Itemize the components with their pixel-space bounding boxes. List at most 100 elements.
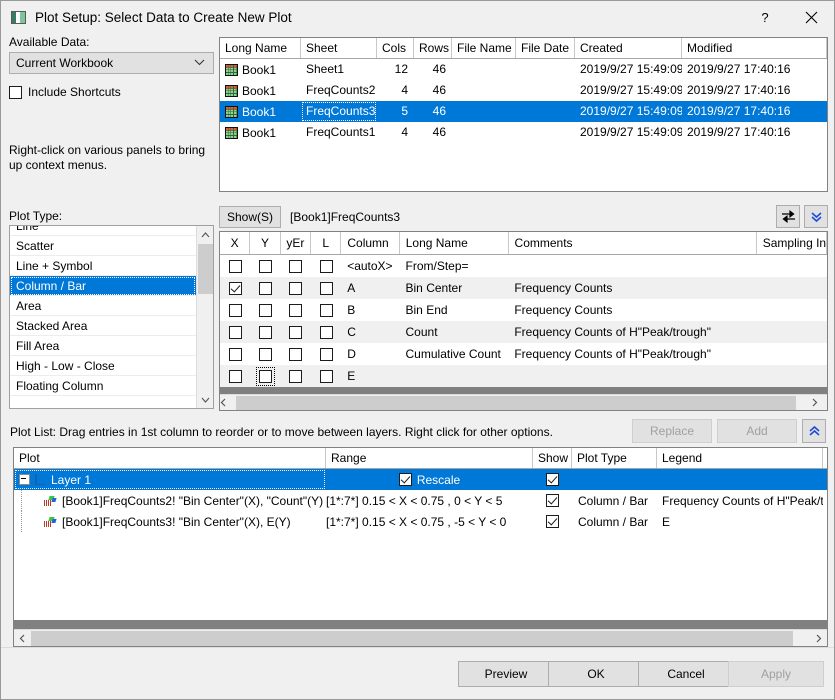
label-cell[interactable] [311,343,341,365]
col-header-cols[interactable]: Cols [377,38,414,58]
yerr-checkbox[interactable] [289,303,303,317]
col-header-plot-type[interactable]: Plot Type [572,448,657,468]
col-header-file-name[interactable]: File Name [452,38,516,58]
label-cell[interactable] [311,299,341,321]
y-checkbox[interactable] [258,259,272,273]
x-checkbox[interactable] [228,303,242,317]
x-checkbox-checked[interactable] [228,281,242,295]
x-checkbox[interactable] [228,325,242,339]
y-cell[interactable] [250,343,280,365]
yerr-cell[interactable] [281,343,311,365]
chevron-right-icon[interactable] [811,398,827,407]
col-header-column[interactable]: Column [341,232,400,254]
available-data-table[interactable]: Long Name Sheet Cols Rows File Name File… [219,37,828,192]
include-shortcuts-row[interactable]: Include Shortcuts [9,85,214,99]
add-button[interactable]: Add [717,419,797,443]
plot-type-scrollbar[interactable] [196,226,213,408]
label-cell[interactable] [311,255,341,277]
y-cell[interactable] [250,277,280,299]
include-shortcuts-checkbox[interactable] [9,85,22,99]
col-header-x[interactable]: X [220,232,251,254]
label-checkbox[interactable] [319,259,333,273]
chevron-down-icon[interactable] [197,391,213,408]
y-cell[interactable] [250,255,280,277]
scrollbar-thumb[interactable] [31,631,793,646]
x-cell[interactable] [220,321,250,343]
col-header-yerr[interactable]: yEr [281,232,312,254]
col-header-file-date[interactable]: File Date [516,38,575,58]
x-checkbox[interactable] [228,259,242,273]
rescale-cell[interactable]: Rescale [326,469,533,490]
chevron-right-icon[interactable] [810,630,827,646]
plot-type-item[interactable]: Line + Symbol [10,256,196,276]
plot-show-cell[interactable] [533,490,572,511]
swap-arrows-icon[interactable] [776,205,800,228]
label-checkbox[interactable] [319,281,333,295]
plot-type-list[interactable]: Line Scatter Line + Symbol Column / Bar … [9,225,214,409]
plot-type-item[interactable]: Line [10,226,196,236]
double-chevron-up-icon[interactable] [802,419,826,443]
col-header-rows[interactable]: Rows [414,38,452,58]
plot-cell[interactable]: [Book1]FreqCounts3! "Bin Center"(X), E(Y… [14,511,326,532]
x-cell[interactable] [220,299,250,321]
grid-row[interactable]: C Count Frequency Counts of H"Peak/troug… [220,321,827,343]
chevron-up-icon[interactable] [197,226,213,243]
scrollbar-thumb[interactable] [236,396,796,410]
x-cell[interactable] [220,255,250,277]
grid-row[interactable]: <autoX> From/Step= [220,255,827,277]
plot-type-item[interactable]: Floating Column [10,376,196,396]
data-source-combo[interactable]: Current Workbook [9,52,214,74]
y-checkbox-focused[interactable] [255,366,275,386]
column-selection-grid[interactable]: X Y yEr L Column Long Name Comments Samp… [219,231,828,411]
scrollbar-thumb[interactable] [198,244,213,294]
grid-horizontal-scrollbar[interactable] [220,394,827,410]
grid-row[interactable]: A Bin Center Frequency Counts [220,277,827,299]
y-cell[interactable] [250,299,280,321]
layer-cell[interactable]: Layer 1 [14,469,326,490]
yerr-cell[interactable] [281,299,311,321]
label-checkbox[interactable] [319,369,333,383]
col-header-created[interactable]: Created [575,38,682,58]
col-header-label[interactable]: L [311,232,342,254]
plot-type-item[interactable]: Scatter [10,236,196,256]
yerr-checkbox[interactable] [289,325,303,339]
table-row-selected[interactable]: Book1 FreqCounts3 5 46 2019/9/27 15:49:0… [220,101,827,122]
label-cell[interactable] [311,321,341,343]
double-chevron-down-icon[interactable] [804,205,828,228]
layer-show-cell[interactable] [533,469,572,490]
y-checkbox[interactable] [258,281,272,295]
y-checkbox[interactable] [258,325,272,339]
label-checkbox[interactable] [319,347,333,361]
label-checkbox[interactable] [319,325,333,339]
plot-list-layer-row[interactable]: Layer 1 Rescale [14,469,827,490]
label-cell[interactable] [311,365,341,387]
col-header-sheet[interactable]: Sheet [301,38,377,58]
yerr-cell[interactable] [281,255,311,277]
plot-list-row[interactable]: [Book1]FreqCounts3! "Bin Center"(X), E(Y… [14,511,827,532]
col-header-comments[interactable]: Comments [509,232,757,254]
yerr-cell[interactable] [281,277,311,299]
grid-row[interactable]: E [220,365,827,387]
help-button[interactable]: ? [742,1,788,34]
table-row[interactable]: Book1 FreqCounts1 4 46 2019/9/27 15:49:0… [220,122,827,143]
plot-type-item[interactable]: Stacked Area [10,316,196,336]
col-header-plot[interactable]: Plot [14,448,326,468]
col-header-long-name[interactable]: Long Name [220,38,301,58]
ok-button[interactable]: OK [548,661,644,687]
chevron-left-icon[interactable] [220,398,236,407]
y-checkbox[interactable] [258,347,272,361]
label-cell[interactable] [311,277,341,299]
col-header-range[interactable]: Range [326,448,533,468]
show-checkbox[interactable] [546,473,559,486]
show-button[interactable]: Show(S) [219,206,282,228]
yerr-cell[interactable] [281,365,311,387]
y-checkbox[interactable] [258,303,272,317]
plot-type-item[interactable]: Area [10,296,196,316]
col-header-modified[interactable]: Modified [682,38,827,58]
yerr-checkbox[interactable] [289,281,303,295]
plot-show-cell[interactable] [533,511,572,532]
col-header-sampling-interval[interactable]: Sampling Inte [757,232,827,254]
show-checkbox[interactable] [546,494,559,507]
col-header-long-name[interactable]: Long Name [400,232,509,254]
plot-type-item[interactable]: High - Low - Close [10,356,196,376]
